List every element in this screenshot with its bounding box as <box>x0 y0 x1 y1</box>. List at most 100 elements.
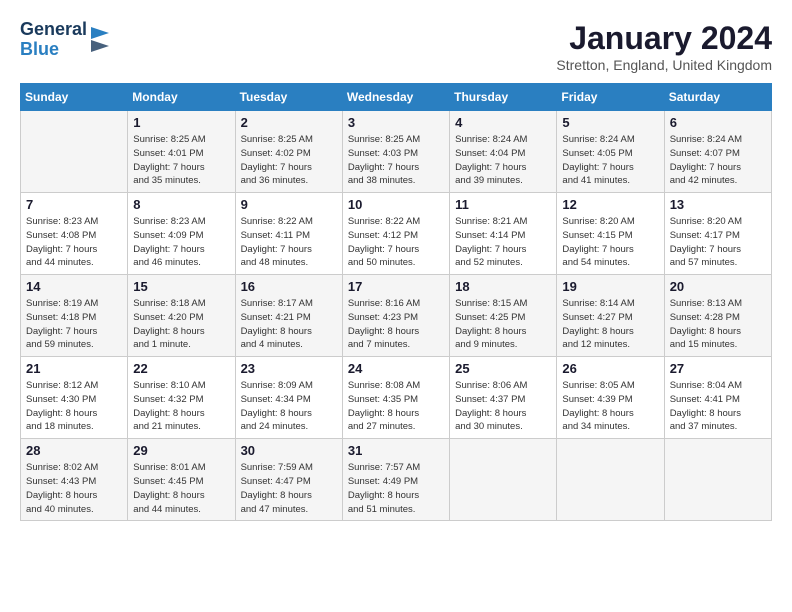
day-number: 17 <box>348 279 444 294</box>
week-row-3: 14 Sunrise: 8:19 AM Sunset: 4:18 PM Dayli… <box>21 275 772 357</box>
day-info: Sunrise: 7:59 AM Sunset: 4:47 PM Dayligh… <box>241 461 337 516</box>
day-number: 23 <box>241 361 337 376</box>
calendar-cell <box>557 439 664 521</box>
day-info: Sunrise: 8:24 AM Sunset: 4:04 PM Dayligh… <box>455 133 551 188</box>
day-number: 21 <box>26 361 122 376</box>
logo-general: General <box>20 20 87 40</box>
week-row-5: 28 Sunrise: 8:02 AM Sunset: 4:43 PM Dayli… <box>21 439 772 521</box>
calendar-cell: 25Sunrise: 8:06 AM Sunset: 4:37 PM Dayli… <box>450 357 557 439</box>
calendar-cell: 28 Sunrise: 8:02 AM Sunset: 4:43 PM Dayli… <box>21 439 128 521</box>
calendar-cell: 4 Sunrise: 8:24 AM Sunset: 4:04 PM Daylig… <box>450 111 557 193</box>
day-number: 10 <box>348 197 444 212</box>
day-info: Sunrise: 8:15 AM Sunset: 4:25 PM Dayligh… <box>455 297 551 352</box>
day-info: Sunrise: 8:20 AM Sunset: 4:15 PM Dayligh… <box>562 215 658 270</box>
day-info: Sunrise: 8:04 AM Sunset: 4:41 PM Dayligh… <box>670 379 766 434</box>
calendar-cell: 20 Sunrise: 8:13 AM Sunset: 4:28 PM Dayli… <box>664 275 771 357</box>
day-number: 30 <box>241 443 337 458</box>
day-number: 5 <box>562 115 658 130</box>
calendar-cell: 19 Sunrise: 8:14 AM Sunset: 4:27 PM Dayli… <box>557 275 664 357</box>
calendar-cell <box>450 439 557 521</box>
calendar-cell: 1Sunrise: 8:25 AM Sunset: 4:01 PM Daylig… <box>128 111 235 193</box>
calendar-cell: 5 Sunrise: 8:24 AM Sunset: 4:05 PM Daylig… <box>557 111 664 193</box>
week-row-4: 21 Sunrise: 8:12 AM Sunset: 4:30 PM Dayli… <box>21 357 772 439</box>
day-info: Sunrise: 8:23 AM Sunset: 4:09 PM Dayligh… <box>133 215 229 270</box>
day-header-thursday: Thursday <box>450 84 557 111</box>
calendar-table: SundayMondayTuesdayWednesdayThursdayFrid… <box>20 83 772 521</box>
calendar-cell <box>21 111 128 193</box>
day-number: 14 <box>26 279 122 294</box>
day-number: 28 <box>26 443 122 458</box>
day-number: 22 <box>133 361 229 376</box>
week-row-2: 7 Sunrise: 8:23 AM Sunset: 4:08 PM Daylig… <box>21 193 772 275</box>
calendar-cell: 22 Sunrise: 8:10 AM Sunset: 4:32 PM Dayli… <box>128 357 235 439</box>
calendar-cell: 15Sunrise: 8:18 AM Sunset: 4:20 PM Dayli… <box>128 275 235 357</box>
location: Stretton, England, United Kingdom <box>556 57 772 73</box>
logo-blue: Blue <box>20 40 87 60</box>
week-row-1: 1Sunrise: 8:25 AM Sunset: 4:01 PM Daylig… <box>21 111 772 193</box>
day-info: Sunrise: 8:22 AM Sunset: 4:12 PM Dayligh… <box>348 215 444 270</box>
day-info: Sunrise: 8:20 AM Sunset: 4:17 PM Dayligh… <box>670 215 766 270</box>
header-row: SundayMondayTuesdayWednesdayThursdayFrid… <box>21 84 772 111</box>
logo-flag-icon <box>89 25 111 55</box>
calendar-cell: 13 Sunrise: 8:20 AM Sunset: 4:17 PM Dayli… <box>664 193 771 275</box>
day-number: 20 <box>670 279 766 294</box>
day-info: Sunrise: 8:13 AM Sunset: 4:28 PM Dayligh… <box>670 297 766 352</box>
day-number: 11 <box>455 197 551 212</box>
day-number: 19 <box>562 279 658 294</box>
day-info: Sunrise: 8:21 AM Sunset: 4:14 PM Dayligh… <box>455 215 551 270</box>
calendar-cell: 29 Sunrise: 8:01 AM Sunset: 4:45 PM Dayli… <box>128 439 235 521</box>
calendar-cell: 27Sunrise: 8:04 AM Sunset: 4:41 PM Dayli… <box>664 357 771 439</box>
day-header-friday: Friday <box>557 84 664 111</box>
day-info: Sunrise: 8:05 AM Sunset: 4:39 PM Dayligh… <box>562 379 658 434</box>
day-number: 3 <box>348 115 444 130</box>
day-number: 16 <box>241 279 337 294</box>
logo: General Blue <box>20 20 111 60</box>
day-number: 24 <box>348 361 444 376</box>
calendar-cell: 2 Sunrise: 8:25 AM Sunset: 4:02 PM Daylig… <box>235 111 342 193</box>
day-info: Sunrise: 8:17 AM Sunset: 4:21 PM Dayligh… <box>241 297 337 352</box>
month-title: January 2024 <box>556 20 772 57</box>
day-info: Sunrise: 8:12 AM Sunset: 4:30 PM Dayligh… <box>26 379 122 434</box>
calendar-cell: 11 Sunrise: 8:21 AM Sunset: 4:14 PM Dayli… <box>450 193 557 275</box>
day-info: Sunrise: 8:24 AM Sunset: 4:05 PM Dayligh… <box>562 133 658 188</box>
calendar-cell: 30 Sunrise: 7:59 AM Sunset: 4:47 PM Dayli… <box>235 439 342 521</box>
day-header-saturday: Saturday <box>664 84 771 111</box>
calendar-cell: 17 Sunrise: 8:16 AM Sunset: 4:23 PM Dayli… <box>342 275 449 357</box>
day-info: Sunrise: 8:23 AM Sunset: 4:08 PM Dayligh… <box>26 215 122 270</box>
day-info: Sunrise: 8:08 AM Sunset: 4:35 PM Dayligh… <box>348 379 444 434</box>
day-number: 7 <box>26 197 122 212</box>
calendar-cell: 10 Sunrise: 8:22 AM Sunset: 4:12 PM Dayli… <box>342 193 449 275</box>
day-info: Sunrise: 8:25 AM Sunset: 4:03 PM Dayligh… <box>348 133 444 188</box>
day-info: Sunrise: 8:14 AM Sunset: 4:27 PM Dayligh… <box>562 297 658 352</box>
calendar-cell: 26Sunrise: 8:05 AM Sunset: 4:39 PM Dayli… <box>557 357 664 439</box>
calendar-cell: 24 Sunrise: 8:08 AM Sunset: 4:35 PM Dayli… <box>342 357 449 439</box>
day-header-sunday: Sunday <box>21 84 128 111</box>
day-number: 29 <box>133 443 229 458</box>
calendar-cell: 18 Sunrise: 8:15 AM Sunset: 4:25 PM Dayli… <box>450 275 557 357</box>
calendar-cell: 8Sunrise: 8:23 AM Sunset: 4:09 PM Daylig… <box>128 193 235 275</box>
calendar-cell <box>664 439 771 521</box>
day-info: Sunrise: 8:02 AM Sunset: 4:43 PM Dayligh… <box>26 461 122 516</box>
day-info: Sunrise: 8:22 AM Sunset: 4:11 PM Dayligh… <box>241 215 337 270</box>
day-number: 9 <box>241 197 337 212</box>
calendar-cell: 21 Sunrise: 8:12 AM Sunset: 4:30 PM Dayli… <box>21 357 128 439</box>
day-number: 13 <box>670 197 766 212</box>
day-info: Sunrise: 8:25 AM Sunset: 4:01 PM Dayligh… <box>133 133 229 188</box>
day-info: Sunrise: 8:01 AM Sunset: 4:45 PM Dayligh… <box>133 461 229 516</box>
calendar-cell: 6Sunrise: 8:24 AM Sunset: 4:07 PM Daylig… <box>664 111 771 193</box>
day-header-tuesday: Tuesday <box>235 84 342 111</box>
calendar-cell: 23Sunrise: 8:09 AM Sunset: 4:34 PM Dayli… <box>235 357 342 439</box>
calendar-cell: 16 Sunrise: 8:17 AM Sunset: 4:21 PM Dayli… <box>235 275 342 357</box>
calendar-cell: 31Sunrise: 7:57 AM Sunset: 4:49 PM Dayli… <box>342 439 449 521</box>
day-number: 2 <box>241 115 337 130</box>
day-info: Sunrise: 7:57 AM Sunset: 4:49 PM Dayligh… <box>348 461 444 516</box>
day-info: Sunrise: 8:06 AM Sunset: 4:37 PM Dayligh… <box>455 379 551 434</box>
day-info: Sunrise: 8:16 AM Sunset: 4:23 PM Dayligh… <box>348 297 444 352</box>
day-number: 4 <box>455 115 551 130</box>
day-info: Sunrise: 8:19 AM Sunset: 4:18 PM Dayligh… <box>26 297 122 352</box>
day-number: 6 <box>670 115 766 130</box>
day-info: Sunrise: 8:25 AM Sunset: 4:02 PM Dayligh… <box>241 133 337 188</box>
day-number: 18 <box>455 279 551 294</box>
day-info: Sunrise: 8:10 AM Sunset: 4:32 PM Dayligh… <box>133 379 229 434</box>
day-number: 12 <box>562 197 658 212</box>
